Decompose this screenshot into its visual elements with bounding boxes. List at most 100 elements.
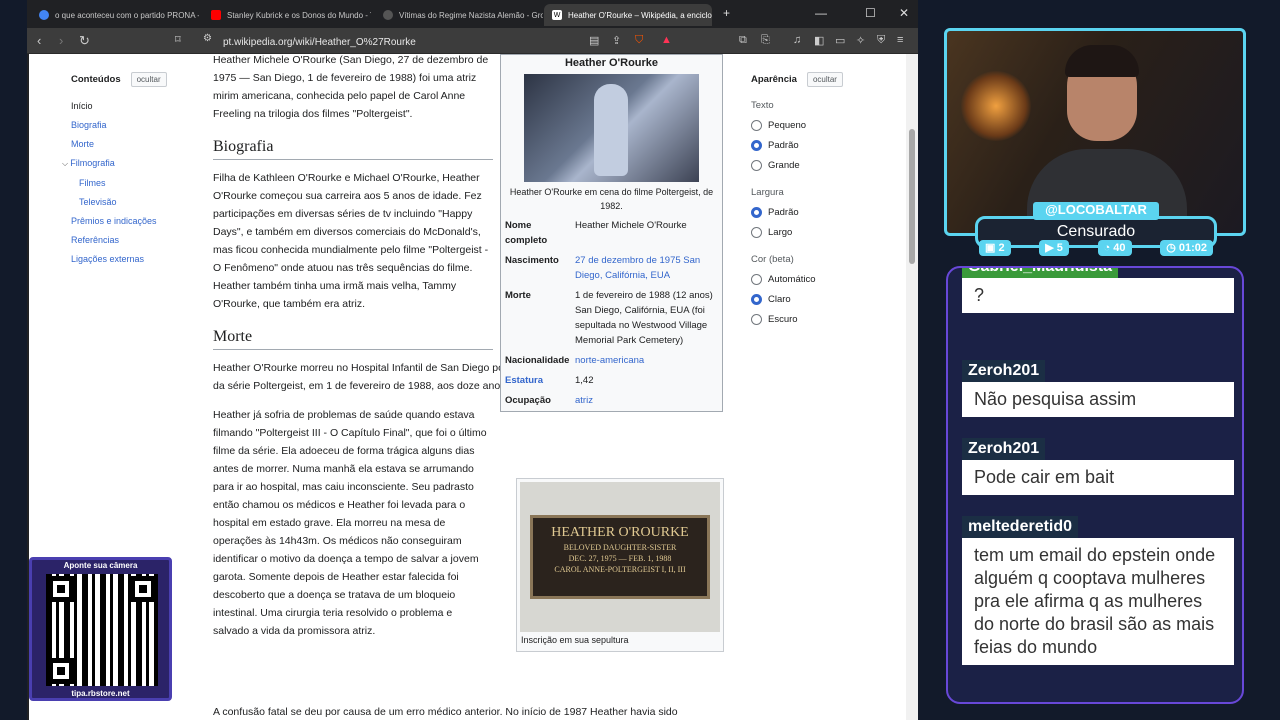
row-value[interactable]: atriz (575, 393, 593, 408)
radio-icon[interactable] (751, 227, 762, 238)
sidebar-icon[interactable]: ◧ (814, 34, 824, 47)
extensions-icon[interactable]: ⧉ (739, 34, 747, 47)
radio-icon[interactable] (751, 274, 762, 285)
maximize-icon[interactable]: ☐ (865, 6, 876, 20)
forward-icon[interactable]: › (59, 33, 63, 48)
toc-item-ligacoes[interactable]: Ligações externas (71, 254, 191, 264)
toc-item-televisao[interactable]: Televisão (79, 197, 191, 207)
site-info-icon[interactable]: ⚙ (203, 33, 212, 44)
qr-url: tipa.rbstore.net (71, 689, 130, 698)
timer-badge: ◷ 01:02 (1160, 240, 1213, 256)
tab-1[interactable]: o que aconteceu com o partido PRONA - Pe (31, 4, 199, 26)
brave-shield-icon[interactable]: ⛉ (635, 34, 643, 47)
qr-caption: Aponte sua câmera (63, 561, 138, 570)
row-value[interactable]: 27 de dezembro de 1975 San Diego, Califó… (575, 253, 718, 283)
reader-icon[interactable]: ▤ (589, 34, 599, 47)
radio-icon[interactable] (751, 160, 762, 171)
scrollbar-thumb[interactable] (909, 129, 915, 264)
article-body: Heather Michele O'Rourke (San Diego, 27 … (213, 54, 699, 640)
toc-item-premios[interactable]: Prêmios e indicações (71, 216, 191, 226)
row-value: 1,42 (575, 375, 594, 386)
row-value[interactable]: norte-americana (575, 353, 644, 368)
radio-label: Pequeno (768, 120, 807, 131)
radio-padrao[interactable]: Padrão (751, 140, 881, 151)
toc-item-referencias[interactable]: Referências (71, 235, 191, 245)
radio-label: Largo (768, 227, 793, 238)
radio-width-padrao[interactable]: Padrão (751, 207, 881, 218)
streamer-hair (1065, 45, 1139, 77)
chat-text: tem um email do epstein onde alguém q co… (962, 538, 1234, 665)
chat-message: Gabriel_Madridista? (962, 268, 1234, 313)
toc-item-biografia[interactable]: Biografia (71, 120, 191, 130)
infobox-caption: Heather O'Rourke em cena do filme Polter… (509, 187, 714, 211)
grave-plaque-image[interactable]: HEATHER O'ROURKE BELOVED DAUGHTER-SISTER… (520, 482, 720, 632)
chat-user: meltederetid0 (962, 516, 1079, 538)
appearance-title: Aparência (751, 74, 797, 85)
reload-icon[interactable]: ↻ (79, 33, 90, 49)
tab-3[interactable]: Vítimas do Regime Nazista Alemão - Grok (375, 4, 543, 26)
infobox-row: Nome completo Heather Michele O'Rourke (505, 218, 718, 248)
media-icon[interactable]: ♫ (793, 34, 801, 46)
radio-checked-icon[interactable] (751, 140, 762, 151)
close-window-icon[interactable]: ✕ (899, 6, 909, 20)
radio-checked-icon[interactable] (751, 294, 762, 305)
menu-icon[interactable]: ≡ (897, 34, 903, 46)
radio-icon[interactable] (751, 120, 762, 131)
plaque-line: BELOVED DAUGHTER-SISTER (563, 543, 677, 552)
toc-header: Conteúdos ocultar (71, 72, 191, 87)
leo-icon[interactable]: ✧ (856, 34, 865, 47)
screenshot-icon[interactable]: ⎘ (761, 34, 770, 47)
infobox-photo[interactable] (524, 74, 699, 182)
radio-automatico[interactable]: Automático (751, 274, 881, 285)
tab-2[interactable]: Stanley Kubrick e os Donos do Mundo - Yo… (203, 4, 371, 26)
radio-escuro[interactable]: Escuro (751, 314, 881, 325)
new-tab-icon[interactable]: + (723, 6, 730, 20)
radio-width-largo[interactable]: Largo (751, 227, 881, 238)
toc-item-filmes[interactable]: Filmes (79, 178, 191, 188)
radio-checked-icon[interactable] (751, 207, 762, 218)
radio-label: Escuro (768, 314, 798, 325)
vpn-icon[interactable]: ⛨ (877, 34, 885, 47)
radio-label: Padrão (768, 207, 799, 218)
brave-rewards-icon[interactable]: ▲ (661, 34, 672, 46)
radio-grande[interactable]: Grande (751, 160, 881, 171)
chat-text: ? (962, 278, 1234, 313)
stream-stats: ▣ 2 ▶ 5 ◔ 40 ◷ 01:02 (975, 240, 1217, 258)
chat-overlay: Gabriel_Madridista? Zeroh201 Não pesquisa… (946, 266, 1244, 704)
bookmark-icon[interactable]: ⌑ (175, 33, 181, 46)
infobox-row: Ocupação atriz (505, 393, 718, 408)
toc-item-inicio[interactable]: Início (71, 101, 191, 111)
toc-item-filmografia[interactable]: ⌵ Filmografia (62, 158, 191, 169)
stat-value: 5 (1056, 242, 1063, 254)
infobox: Heather O'Rourke Heather O'Rourke em cen… (500, 54, 723, 412)
wallet-icon[interactable]: ▭ (835, 34, 845, 47)
grok-icon (383, 10, 393, 20)
tab-4-active[interactable]: W Heather O'Rourke – Wikipédia, a enciclo… (544, 4, 712, 26)
infobox-row: Nacionalidade norte-americana (505, 353, 718, 368)
stream-nametag: Censurado @LOCOBALTAR ▣ 2 ▶ 5 ◔ 40 ◷ 01:… (975, 200, 1217, 266)
chat-user: Zeroh201 (962, 438, 1046, 460)
table-of-contents: Conteúdos ocultar Início Biografia Morte … (62, 72, 191, 264)
appearance-panel: Aparência ocultar Texto Pequeno Padrão Gr… (751, 72, 881, 325)
plaque-line: DEC. 27, 1975 — FEB. 1, 1988 (568, 554, 672, 563)
chat-message: Zeroh201 Pode cair em bait (962, 438, 1234, 495)
radio-claro[interactable]: Claro (751, 294, 881, 305)
toc-hide-button[interactable]: ocultar (130, 72, 167, 87)
url-input[interactable]: pt.wikipedia.org/wiki/Heather_O%27Rourke (223, 37, 416, 48)
infobox-row: Morte 1 de fevereiro de 1988 (12 anos) Sa… (505, 288, 718, 348)
minimize-icon[interactable]: — (815, 6, 827, 20)
plaque-line: CAROL ANNE-POLTERGEIST I, II, III (554, 565, 686, 574)
radio-icon[interactable] (751, 314, 762, 325)
grave-figure: HEATHER O'ROURKE BELOVED DAUGHTER-SISTER… (516, 478, 724, 652)
qr-finder (130, 576, 156, 602)
tab-label: Stanley Kubrick e os Donos do Mundo - Yo… (227, 10, 371, 20)
radio-pequeno[interactable]: Pequeno (751, 120, 881, 131)
plaque-text: HEATHER O'ROURKE BELOVED DAUGHTER-SISTER… (530, 515, 710, 599)
appearance-hide-button[interactable]: ocultar (806, 72, 843, 87)
toc-item-morte[interactable]: Morte (71, 139, 191, 149)
row-key[interactable]: Estatura (505, 373, 575, 388)
page-scrollbar[interactable] (906, 54, 918, 720)
share-icon[interactable]: ⇪ (612, 34, 621, 47)
back-icon[interactable]: ‹ (37, 33, 41, 48)
infobox-row: Estatura 1,42 (505, 373, 718, 388)
